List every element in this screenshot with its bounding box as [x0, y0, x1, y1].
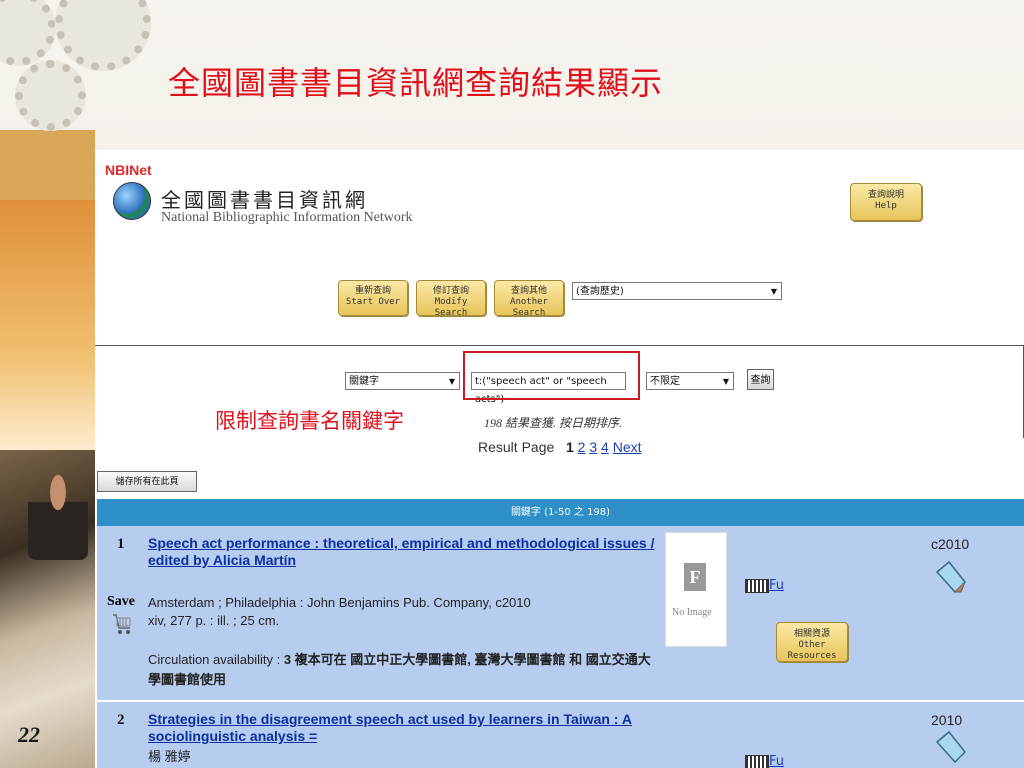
result-number: 2 — [117, 712, 125, 728]
globe-icon — [113, 182, 151, 220]
author: 楊 雅婷 — [148, 749, 191, 764]
save-all-button[interactable]: 儲存所有在此頁 — [97, 471, 197, 492]
fulltext-icon — [745, 754, 769, 768]
no-image-text: No Image — [672, 607, 712, 618]
pagination: Result Page 1 2 3 4 Next — [478, 439, 642, 455]
circulation-label: Circulation availability : — [148, 652, 284, 667]
limit-value: 不限定 — [650, 376, 680, 387]
publication-info: Amsterdam ; Philadelphia : John Benjamin… — [148, 594, 531, 630]
shopping-cart-icon[interactable] — [111, 612, 133, 636]
save-label: Save — [107, 594, 135, 609]
chevron-down-icon: ▼ — [770, 287, 777, 296]
logo-text: NBINet — [105, 162, 152, 178]
result-page-label: Result Page — [478, 439, 555, 455]
other-resources-label-en: Other Resources — [787, 640, 837, 661]
another-search-label-en: Another Search — [510, 297, 548, 318]
chevron-down-icon: ▼ — [722, 377, 729, 386]
book-cover-placeholder: F No Image — [665, 532, 727, 647]
results-table-header: 關鍵字 (1-50 之 198) — [97, 499, 1024, 526]
help-button[interactable]: 查詢說明 Help — [850, 183, 922, 221]
chevron-down-icon: ▼ — [448, 377, 455, 386]
result-row: 1 Speech act performance : theoretical, … — [97, 526, 1024, 702]
result-title-link[interactable]: Strategies in the disagreement speech ac… — [148, 711, 668, 745]
annotation-label: 限制查詢書名關鍵字 — [215, 409, 404, 433]
page-link-2[interactable]: 2 — [578, 439, 586, 455]
search-history-select[interactable]: (查詢歷史) ▼ — [572, 282, 782, 300]
result-number: 1 — [117, 536, 125, 552]
physical-description: xiv, 277 p. : ill. ; 25 cm. — [148, 613, 280, 628]
screenshot-panel: NBINet 全國圖書書目資訊網 National Bibliographic … — [95, 150, 1024, 768]
start-over-button[interactable]: 重新查詢 Start Over — [338, 280, 408, 316]
another-search-label-zh: 查詢其他 — [510, 286, 547, 296]
publication-year: c2010 — [931, 536, 970, 552]
page-link-4[interactable]: 4 — [601, 439, 609, 455]
highlight-box — [463, 351, 640, 400]
search-button[interactable]: 查詢 — [747, 369, 774, 390]
search-field-value: 關鍵字 — [349, 376, 379, 387]
help-button-label-zh: 查詢說明 — [867, 190, 904, 200]
start-over-label-zh: 重新查詢 — [354, 286, 391, 296]
fulltext-label: Fu — [769, 754, 785, 768]
fulltext-link[interactable]: Fu — [745, 578, 784, 593]
publisher: Amsterdam ; Philadelphia : John Benjamin… — [148, 595, 531, 610]
publication-year: 2010 — [931, 712, 963, 728]
another-search-button[interactable]: 查詢其他 Another Search — [494, 280, 564, 318]
search-field-select[interactable]: 關鍵字 ▼ — [345, 372, 460, 390]
file-icon: F — [684, 563, 706, 591]
modify-search-label-zh: 修訂查詢 — [432, 286, 469, 296]
search-history-value: (查詢歷史) — [576, 286, 624, 297]
result-summary: 198 結果查獲. 按日期排序. — [484, 416, 623, 430]
help-button-label-en: Help — [875, 201, 897, 211]
current-page: 1 — [565, 439, 574, 455]
other-resources-label-zh: 相關資源 — [793, 629, 830, 639]
result-title-link[interactable]: Speech act performance : theoretical, em… — [148, 535, 668, 569]
slide-title: 全國圖書書目資訊網查詢結果顯示 — [168, 64, 664, 102]
next-page-link[interactable]: Next — [613, 439, 642, 455]
pencil-icon — [935, 560, 967, 594]
start-over-label-en: Start Over — [345, 297, 401, 307]
gear-icon — [15, 60, 86, 131]
site-subtitle: National Bibliographic Information Netwo… — [161, 210, 413, 225]
person-on-phone-image — [28, 470, 88, 560]
orange-glow-decoration — [0, 200, 95, 460]
circulation-info: Circulation availability : 3 複本可在 國立中正大學… — [148, 650, 653, 690]
pencil-icon — [935, 730, 967, 764]
limit-select[interactable]: 不限定 ▼ — [646, 372, 734, 390]
fulltext-link[interactable]: Fu — [745, 754, 784, 768]
site-title: 全國圖書書目資訊網 — [161, 188, 368, 212]
fulltext-icon — [745, 578, 769, 593]
result-row: 2 Strategies in the disagreement speech … — [97, 702, 1024, 768]
modify-search-label-en: Modify Search — [434, 297, 468, 318]
page-link-3[interactable]: 3 — [589, 439, 597, 455]
nbinet-logo: NBINet — [105, 162, 157, 222]
slide-number: 22 — [18, 722, 40, 747]
modify-search-button[interactable]: 修訂查詢 Modify Search — [416, 280, 486, 318]
other-resources-button[interactable]: 相關資源 Other Resources — [776, 622, 848, 662]
fulltext-label: Fu — [769, 578, 785, 593]
